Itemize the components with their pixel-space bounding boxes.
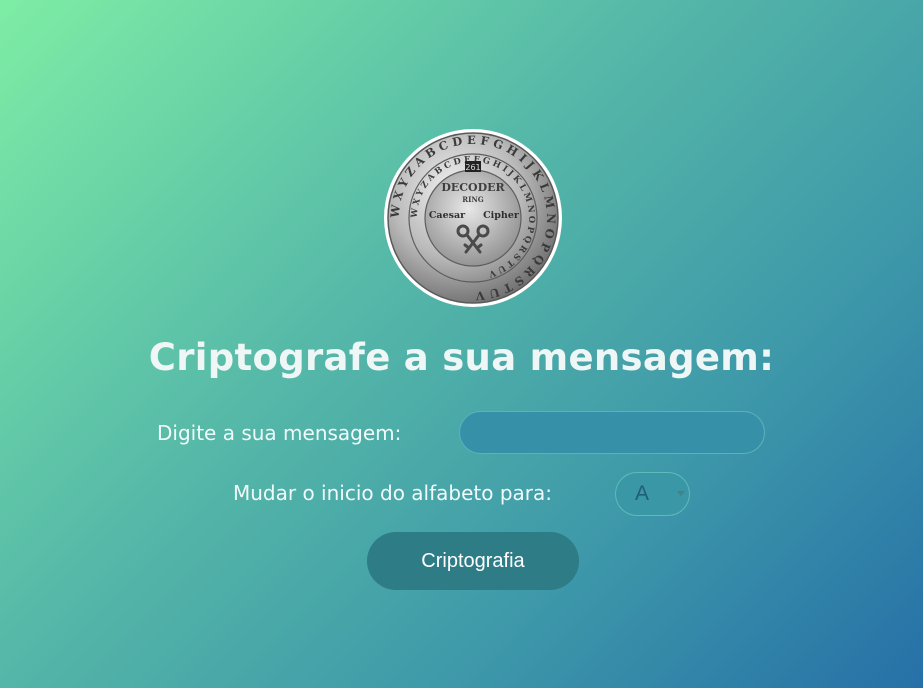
ring-center-right: Cipher	[483, 210, 520, 221]
ring-center-subtitle: RING	[462, 195, 483, 204]
encrypt-button[interactable]: Criptografia	[367, 532, 579, 590]
message-input[interactable]	[459, 411, 765, 454]
chevron-down-icon	[677, 491, 685, 496]
ring-center-left: Caesar	[429, 210, 466, 221]
caesar-cipher-logo: WXYZABCDEFGHIJKLMNOPQRSTUV WXYZABCDEFGHI…	[383, 128, 563, 308]
shift-selected-value: A	[635, 482, 650, 505]
message-label: Digite a sua mensagem:	[157, 421, 402, 445]
shift-label: Mudar o inicio do alfabeto para:	[233, 481, 552, 505]
decoder-ring-icon: WXYZABCDEFGHIJKLMNOPQRSTUV WXYZABCDEFGHI…	[384, 129, 562, 307]
shift-letter-select[interactable]: A	[615, 472, 690, 516]
page-title: Criptografe a sua mensagem:	[148, 336, 775, 379]
ring-center-title: DECODER	[441, 181, 505, 194]
ring-badge: 261	[465, 163, 480, 172]
